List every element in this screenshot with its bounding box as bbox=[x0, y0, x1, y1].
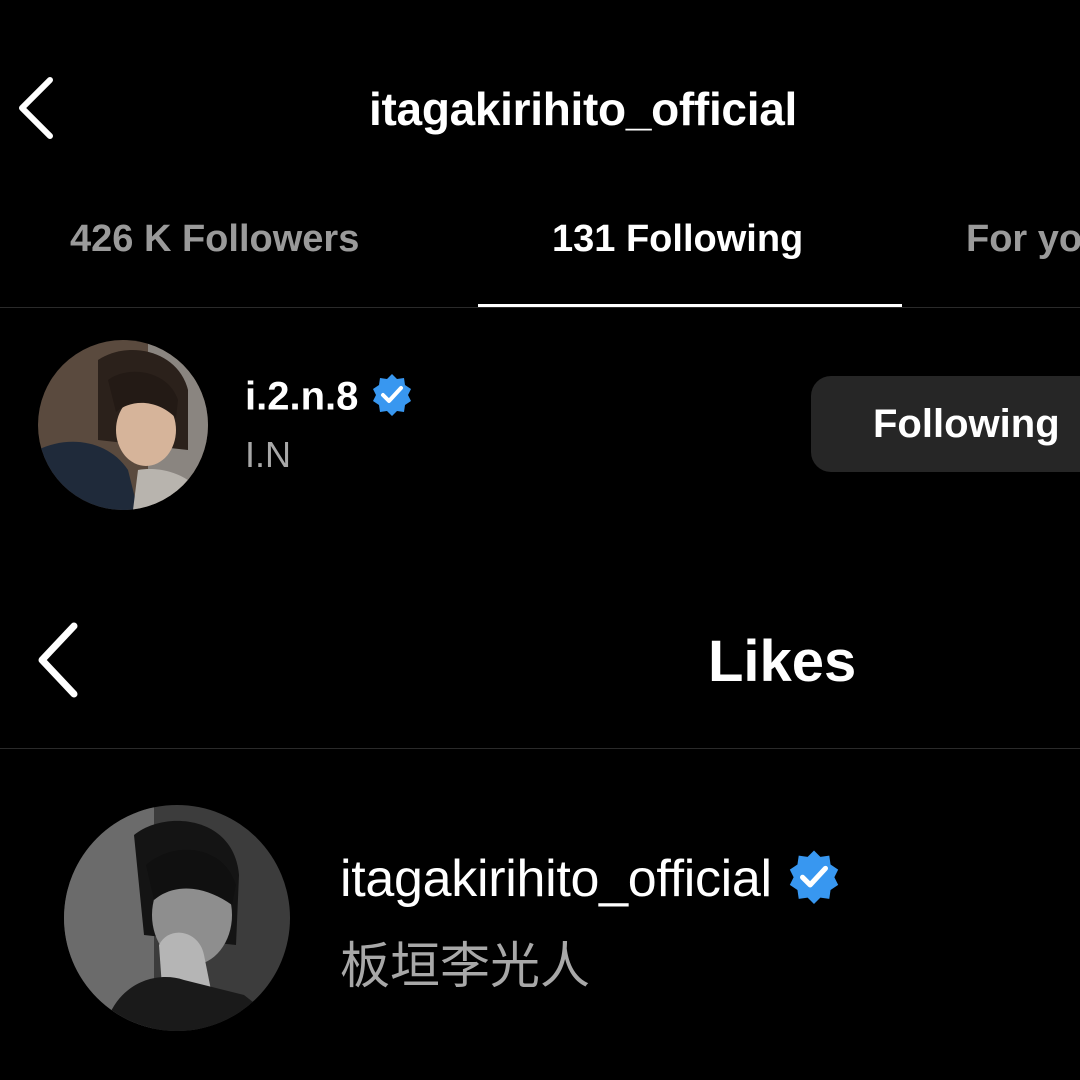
full-name: I.N bbox=[245, 434, 292, 475]
tab-following[interactable]: 131 Following bbox=[552, 218, 803, 261]
chevron-left-icon bbox=[38, 622, 78, 698]
following-button[interactable]: Following bbox=[811, 376, 1080, 472]
avatar[interactable] bbox=[64, 805, 290, 1031]
username[interactable]: i.2.n.8 bbox=[245, 372, 414, 426]
tab-followers[interactable]: 426 K Followers bbox=[70, 218, 359, 261]
tabs-divider bbox=[0, 307, 1080, 308]
username[interactable]: itagakirihito_official bbox=[340, 848, 842, 917]
tab-for-you[interactable]: For yo bbox=[966, 218, 1080, 261]
avatar-photo bbox=[38, 340, 208, 510]
verified-badge-icon bbox=[370, 372, 414, 426]
back-button-likes[interactable] bbox=[34, 620, 94, 700]
verified-badge-icon bbox=[786, 848, 842, 917]
page-title: itagakirihito_official bbox=[369, 83, 797, 135]
avatar-photo bbox=[64, 805, 290, 1031]
likes-title: Likes bbox=[708, 629, 857, 694]
full-name: 板垣李光人 bbox=[340, 937, 590, 995]
likes-divider bbox=[0, 748, 1080, 749]
avatar[interactable] bbox=[38, 340, 208, 510]
